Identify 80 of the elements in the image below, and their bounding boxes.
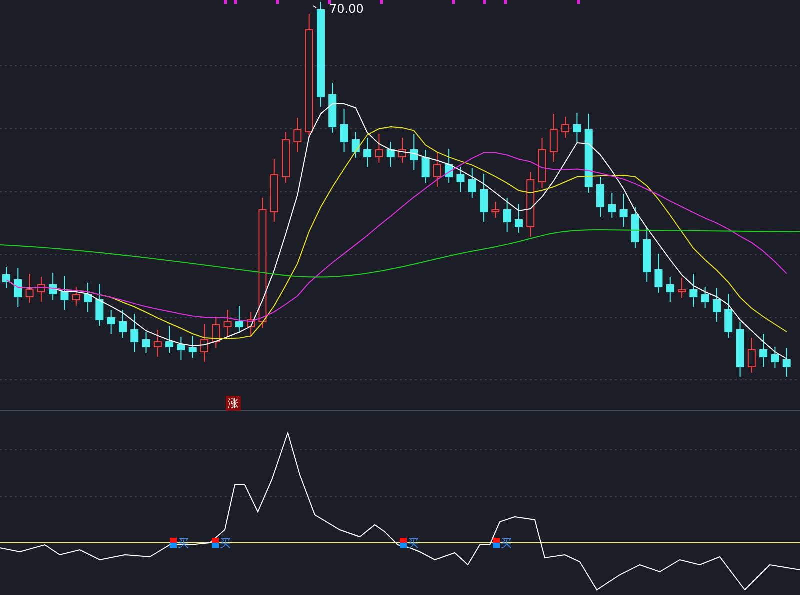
candlestick (712, 288, 721, 322)
candlestick (118, 310, 127, 338)
candlestick (154, 330, 162, 358)
candlestick (235, 306, 244, 334)
candlestick (130, 314, 139, 352)
candlestick (654, 254, 663, 294)
marker-tick (328, 0, 331, 4)
candlestick (294, 118, 302, 152)
candlestick (492, 202, 500, 218)
candlestick (224, 310, 232, 338)
candlestick (398, 138, 406, 164)
price-label: 70.00 (329, 2, 364, 16)
candlestick (608, 192, 616, 218)
candlestick (724, 294, 733, 338)
candlestick (49, 272, 58, 300)
candlestick (514, 204, 523, 234)
candlestick (177, 336, 186, 360)
candlestick (701, 286, 710, 308)
candlestick (107, 310, 116, 334)
candlestick (60, 276, 69, 310)
signal-marker-icon (212, 538, 219, 548)
candlestick (282, 132, 290, 184)
signal-marker-icon (400, 538, 407, 548)
candlestick (573, 112, 582, 142)
candlestick (270, 158, 278, 222)
signal-marker-icon (493, 538, 500, 548)
marker-tick (483, 0, 486, 4)
candlestick (643, 228, 652, 282)
candlestick (352, 132, 360, 158)
candlestick (166, 326, 174, 354)
candlestick (538, 138, 546, 188)
candlestick (782, 348, 791, 378)
candlestick (375, 134, 384, 164)
marker-tick (577, 0, 580, 4)
marker-tick (234, 0, 237, 4)
candlestick (142, 332, 150, 354)
marker-tick (276, 0, 279, 4)
candlestick (596, 176, 604, 218)
candlestick (620, 194, 628, 228)
candlestick (14, 268, 22, 308)
leader-line (312, 6, 317, 8)
candlestick (433, 152, 442, 188)
marker-tick (224, 0, 227, 4)
marker-tick (452, 0, 455, 4)
candlestick (562, 116, 570, 138)
candlestick (328, 82, 337, 134)
candlestick (200, 324, 208, 362)
candlestick (247, 312, 256, 338)
candlestick (480, 174, 488, 222)
candlestick (96, 284, 104, 326)
candlestick (410, 134, 418, 170)
marker-tick (380, 0, 383, 4)
candlestick (468, 168, 476, 198)
candlestick (678, 278, 686, 298)
candlestick (526, 172, 535, 238)
candlestick (188, 336, 197, 358)
candlestick (445, 148, 454, 184)
candlestick (771, 346, 780, 368)
candlestick (550, 114, 558, 162)
signal-marker-icon (170, 538, 177, 548)
candlestick (340, 108, 348, 152)
candlestick (72, 286, 80, 306)
candlestick (456, 166, 465, 192)
candlestick (84, 282, 92, 312)
candlestick (690, 274, 698, 308)
candlestick (364, 138, 372, 168)
candlestick (503, 198, 512, 232)
candlestick (748, 338, 756, 374)
candlestick (666, 276, 674, 302)
candlestick (212, 316, 220, 348)
candlestick (422, 150, 430, 184)
candlestick (760, 334, 768, 368)
candlestick (37, 276, 46, 302)
candlestick (386, 142, 395, 168)
candlestick (26, 274, 34, 304)
marker-tick (504, 0, 507, 4)
candlestick (736, 322, 744, 378)
candlestick (631, 206, 640, 248)
rise-badge: 涨 (226, 396, 241, 411)
candlestick (2, 266, 10, 288)
